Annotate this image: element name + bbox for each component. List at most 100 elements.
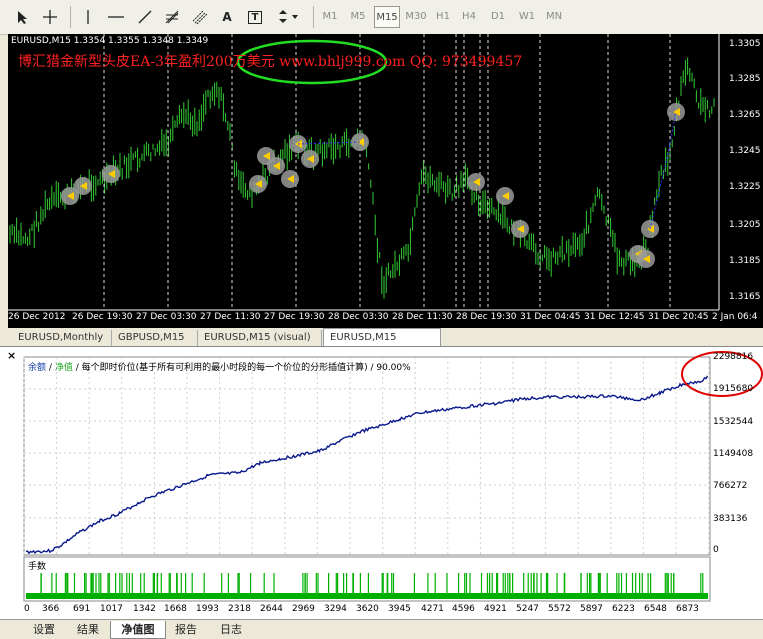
equity-x-label: 2644: [260, 604, 283, 614]
toolbar-separator: [70, 6, 71, 28]
price-label: 1.3185: [729, 256, 761, 266]
equity-x-label: 691: [73, 604, 91, 614]
price-label: 1.3205: [729, 220, 761, 230]
timeframe-m15[interactable]: M15: [374, 6, 400, 28]
time-label: 28 Dec 03:30: [328, 312, 389, 322]
equity-x-label: 5897: [580, 604, 603, 614]
vertical-line-icon[interactable]: [78, 6, 98, 28]
equity-panel: × 余额 / 净值 / 每个即时价位(基于所有可利用的最小时段的每一个价位的分形…: [0, 346, 763, 625]
timeframe-m30[interactable]: M30: [404, 6, 428, 28]
timeframe-h1[interactable]: H1: [432, 6, 454, 28]
lots-label: 手数: [28, 562, 47, 572]
chart-tab-active[interactable]: EURUSD,M15 (visual): [323, 328, 441, 361]
equity-x-label: 4271: [421, 604, 444, 614]
equity-x-label: 5247: [516, 604, 539, 614]
time-label: 27 Dec 11:30: [200, 312, 261, 322]
equity-x-label: 6548: [644, 604, 667, 614]
equity-y-label: 766272: [713, 481, 748, 491]
text-label-icon[interactable]: T: [245, 6, 265, 28]
tab-equity-chart[interactable]: 净值图: [110, 621, 166, 639]
legend-separator: /: [48, 363, 52, 373]
trendline-icon[interactable]: [135, 6, 155, 28]
price-label: 1.3225: [729, 182, 761, 192]
legend-equity: 净值: [54, 363, 73, 373]
equity-chart-canvas: [23, 351, 763, 602]
equity-x-label: 366: [42, 604, 60, 614]
equity-x-label: 6873: [676, 604, 699, 614]
text-label-glyph: T: [247, 10, 263, 24]
timeframe-mn[interactable]: MN: [542, 6, 566, 28]
tab-settings[interactable]: 设置: [22, 621, 66, 638]
time-label: 28 Dec 11:30: [392, 312, 453, 322]
equity-y-label: 383136: [713, 514, 748, 524]
price-chart[interactable]: EURUSD,M15 1.3354 1.3355 1.3348 1.3349 博…: [8, 34, 763, 328]
time-label: 31 Dec 20:45: [648, 312, 709, 322]
arrows-icon[interactable]: [274, 6, 304, 28]
time-label: 31 Dec 12:45: [584, 312, 645, 322]
timeframe-w1[interactable]: W1: [515, 6, 539, 28]
chart-banner: 博汇猎金新型头皮EA-3年盈利200万美元 www.bhlj999.com QQ…: [18, 54, 523, 70]
equity-x-label: 1017: [100, 604, 123, 614]
equity-x-label: 0: [24, 604, 30, 614]
equity-x-label: 1668: [164, 604, 187, 614]
price-chart-canvas: [8, 34, 720, 311]
equity-x-label: 2969: [292, 604, 315, 614]
trade-markers: [61, 103, 685, 268]
period-separators: [103, 34, 671, 310]
legend-description: / 每个即时价位(基于所有可利用的最小时段的每一个价位的分形插值计算) / 90…: [75, 363, 411, 373]
equity-x-label: 1993: [196, 604, 219, 614]
time-label: 2 Jan 06:4: [712, 312, 758, 322]
chart-tab[interactable]: GBPUSD,M15: [112, 330, 198, 346]
price-label: 1.3245: [729, 146, 761, 156]
chart-tabs: EURUSD,Monthly GBPUSD,M15 EURUSD,M15 (vi…: [0, 328, 763, 361]
equity-y-label: 1149408: [713, 449, 754, 459]
time-label: 26 Dec 2012: [8, 312, 66, 322]
price-label: 1.3265: [729, 110, 761, 120]
equity-x-label: 2318: [228, 604, 251, 614]
toolbar: A T M1 M5 M15 M30 H1 H4 D1 W1 MN: [0, 0, 763, 35]
equity-x-label: 5572: [548, 604, 571, 614]
time-label: 28 Dec 19:30: [456, 312, 517, 322]
crosshair-icon[interactable]: [40, 6, 60, 28]
equity-grid: [23, 357, 710, 555]
equity-y-label: 1532544: [713, 417, 754, 427]
cursor-icon[interactable]: [12, 6, 32, 28]
timeframe-m1[interactable]: M1: [318, 6, 342, 28]
chart-tab[interactable]: EURUSD,M15 (visual): [198, 330, 322, 346]
equity-x-label: 1342: [133, 604, 156, 614]
tester-tabs: 设置 结果 净值图 报告 日志: [0, 619, 763, 639]
equity-y-label: 1915680: [713, 384, 754, 394]
equity-x-label: 4921: [484, 604, 507, 614]
price-label: 1.3285: [729, 74, 761, 84]
tab-report[interactable]: 报告: [164, 621, 208, 638]
lots-base: [26, 593, 708, 599]
channel-icon[interactable]: [190, 6, 210, 28]
toolbar-separator: [313, 6, 314, 28]
tab-journal[interactable]: 日志: [208, 621, 254, 638]
timeframe-h4[interactable]: H4: [458, 6, 480, 28]
time-label: 31 Dec 04:45: [520, 312, 581, 322]
time-label: 26 Dec 19:30: [72, 312, 133, 322]
price-label: 1.3165: [729, 292, 761, 302]
timeframe-m5[interactable]: M5: [346, 6, 370, 28]
equity-x-label: 3620: [356, 604, 379, 614]
chart-tab[interactable]: EURUSD,Monthly: [12, 330, 112, 346]
equity-plot-frame: [23, 356, 711, 556]
price-label: 1.3305: [729, 39, 761, 49]
time-label: 27 Dec 19:30: [264, 312, 325, 322]
time-label: 27 Dec 03:30: [136, 312, 197, 322]
equity-x-label: 6223: [612, 604, 635, 614]
equity-y-label: 2298816: [713, 352, 754, 362]
lots-bars: [26, 573, 708, 599]
text-icon[interactable]: A: [217, 6, 237, 28]
chart-header: EURUSD,M15 1.3354 1.3355 1.3348 1.3349: [11, 36, 209, 46]
equity-y-label: 0: [713, 545, 719, 555]
fibonacci-icon[interactable]: [162, 6, 182, 28]
tab-results[interactable]: 结果: [66, 621, 110, 638]
equity-x-label: 3294: [324, 604, 347, 614]
horizontal-line-icon[interactable]: [105, 6, 127, 28]
timeframe-d1[interactable]: D1: [487, 6, 509, 28]
equity-legend: 余额 / 净值 / 每个即时价位(基于所有可利用的最小时段的每一个价位的分形插值…: [28, 360, 411, 373]
equity-x-label: 3945: [388, 604, 411, 614]
equity-curve: [25, 375, 709, 555]
